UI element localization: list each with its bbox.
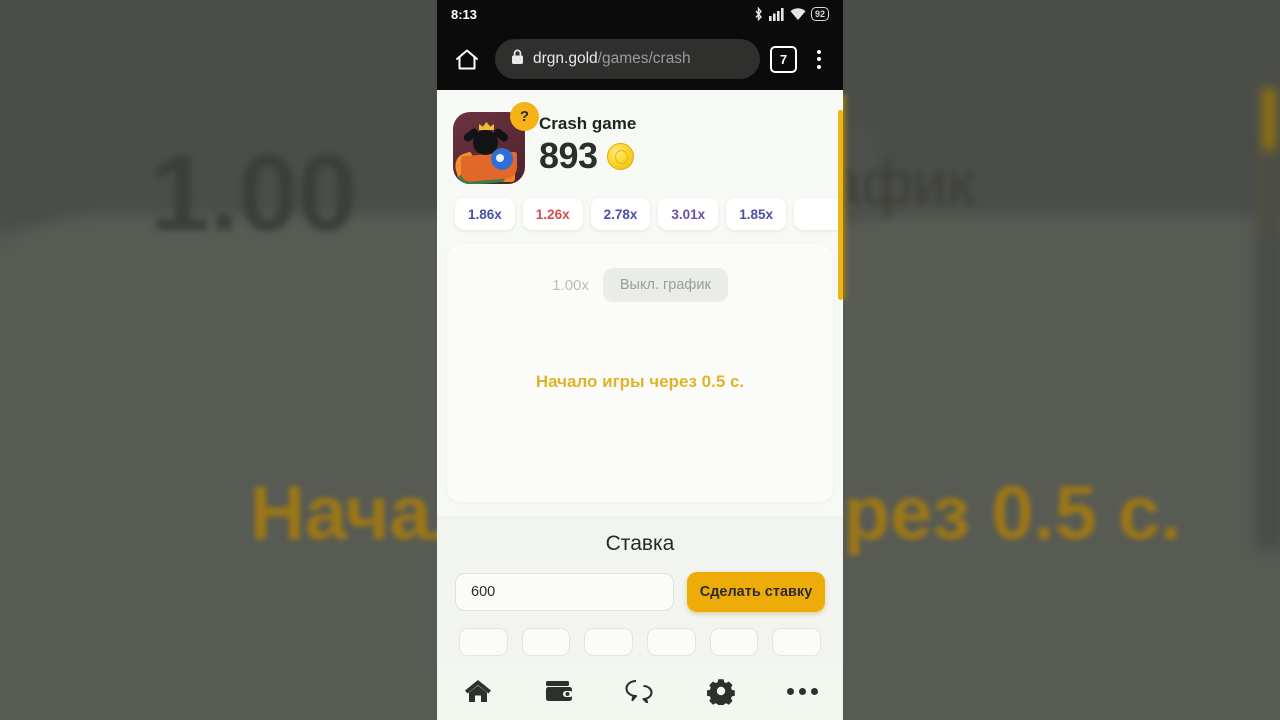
- status-bar-icons: 92: [753, 6, 829, 22]
- address-bar[interactable]: drgn.gold/games/crash: [495, 39, 760, 79]
- nav-chat-icon[interactable]: [613, 669, 667, 713]
- multiplier-chip[interactable]: 1.85x: [726, 198, 786, 230]
- quick-bet-chip[interactable]: [772, 628, 822, 656]
- nav-home-icon[interactable]: [451, 669, 505, 713]
- wifi-icon: [790, 7, 806, 21]
- page-content: ? Crash game 893 1.86x 1.26x 2.78x 3.01x…: [437, 90, 843, 720]
- kebab-menu-icon[interactable]: [807, 49, 831, 69]
- status-bar: 8:13 92: [437, 0, 843, 28]
- battery-icon: 92: [810, 7, 829, 21]
- backdrop-multiplier-text: 1.00: [150, 132, 357, 253]
- bet-row: Сделать ставку: [455, 572, 825, 612]
- quick-bet-chip[interactable]: [709, 628, 759, 656]
- nav-gear-icon[interactable]: [694, 669, 748, 713]
- bet-amount-input[interactable]: [455, 573, 674, 611]
- balance-amount: 893: [539, 135, 598, 177]
- more-dots: [786, 687, 818, 695]
- address-bar-url: drgn.gold/games/crash: [533, 50, 691, 68]
- chart-toggle-button[interactable]: Выкл. график: [602, 268, 728, 302]
- crown-shape: [479, 122, 494, 130]
- place-bet-button[interactable]: Сделать ставку: [687, 572, 825, 612]
- quick-bet-chip[interactable]: [521, 628, 571, 656]
- game-header-info: Crash game 893: [539, 112, 636, 175]
- multiplier-chip[interactable]: 1.26x: [522, 198, 583, 230]
- current-multiplier: 1.00x: [552, 276, 589, 294]
- multiplier-chip[interactable]: 1.86x: [455, 198, 515, 230]
- help-badge[interactable]: ?: [510, 102, 539, 131]
- game-header: ? Crash game 893: [437, 90, 843, 184]
- battery-level: 92: [814, 9, 825, 19]
- browser-toolbar: drgn.gold/games/crash 7: [437, 28, 843, 90]
- countdown-text: Начало игры через 0.5 с.: [535, 372, 745, 391]
- coin-icon: [606, 142, 634, 170]
- url-path: /games/crash: [597, 50, 691, 67]
- blue-character-shape: [491, 148, 513, 170]
- nav-more-icon[interactable]: [775, 669, 829, 713]
- bluetooth-icon: [753, 6, 764, 22]
- quick-bet-chip[interactable]: [584, 628, 634, 656]
- home-icon[interactable]: [449, 41, 485, 77]
- status-bar-clock: 8:13: [451, 6, 478, 22]
- game-card-controls: 1.00x Выкл. график: [447, 244, 833, 302]
- quick-bet-chip[interactable]: [647, 628, 696, 656]
- game-title: Crash game: [539, 114, 637, 133]
- backdrop-dark-strip: [1255, 150, 1280, 550]
- multiplier-history[interactable]: 1.86x 1.26x 2.78x 3.01x 1.85x: [437, 184, 843, 244]
- quick-bet-chip[interactable]: [459, 628, 508, 656]
- multiplier-chip[interactable]: 3.01x: [658, 198, 719, 230]
- cellular-signal-icon: [768, 7, 785, 21]
- balance-row: 893: [539, 137, 636, 175]
- phone-screen: 8:13 92 drgn.gold/games/crash 7 ? Crash …: [437, 0, 843, 720]
- multiplier-chip[interactable]: 2.78x: [590, 198, 651, 230]
- game-icon-wrapper: ?: [453, 102, 539, 184]
- tab-counter-button[interactable]: 7: [770, 45, 797, 73]
- bet-panel-title: Ставка: [605, 532, 675, 555]
- nav-wallet-icon[interactable]: [532, 669, 586, 713]
- quick-bet-row: [455, 628, 825, 656]
- lock-icon: [511, 49, 524, 70]
- game-card: 1.00x Выкл. график Начало игры через 0.5…: [447, 244, 833, 502]
- bottom-navigation: [437, 662, 843, 720]
- page-scrollbar[interactable]: [838, 110, 843, 300]
- multiplier-chip[interactable]: [793, 198, 843, 230]
- url-domain: drgn.gold: [533, 50, 598, 67]
